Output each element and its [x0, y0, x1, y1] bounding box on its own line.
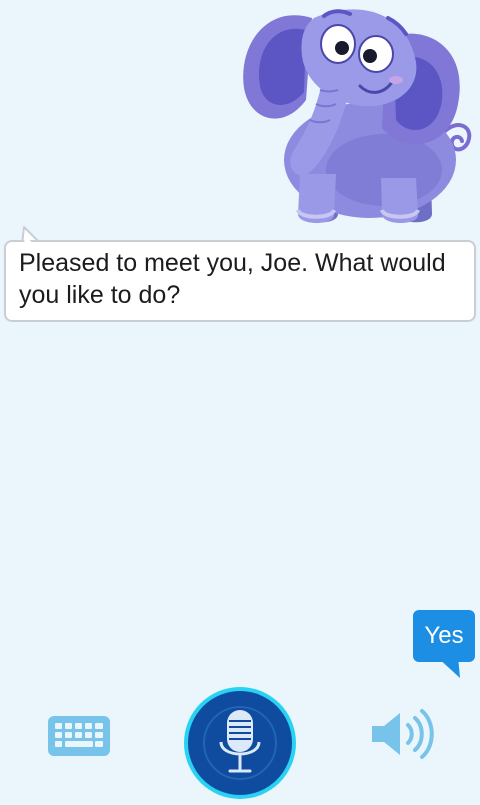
keyboard-button[interactable]	[44, 706, 114, 766]
speaker-button[interactable]	[364, 704, 436, 764]
keyboard-icon	[48, 716, 110, 756]
speaker-icon	[372, 709, 434, 759]
assistant-message: Pleased to meet you, Joe. What would you…	[4, 240, 476, 322]
microphone-button[interactable]	[183, 686, 297, 800]
user-bubble-tail	[436, 656, 460, 678]
assistant-bubble-tail-cover	[23, 235, 38, 249]
user-message-text: Yes	[424, 622, 464, 649]
user-message: Yes	[413, 610, 475, 662]
elephant-mascot	[243, 9, 472, 223]
microphone-icon	[184, 687, 296, 799]
assistant-message-text: Pleased to meet you, Joe. What would you…	[19, 249, 446, 309]
